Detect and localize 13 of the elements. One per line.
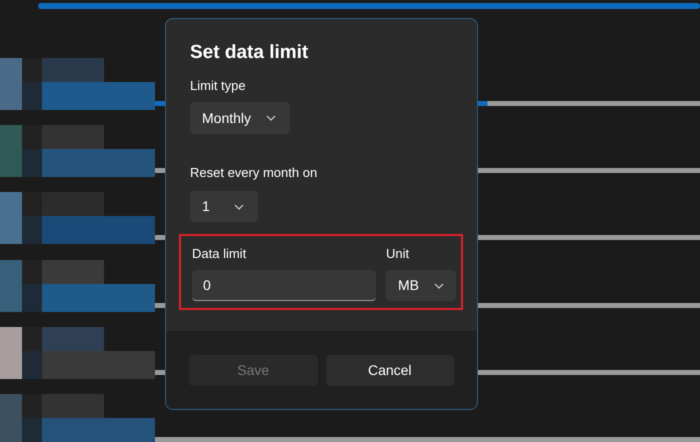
number-input-field[interactable]: 0 (192, 270, 376, 301)
field-label: Limit type (190, 77, 247, 95)
field-label: Reset every month on (190, 164, 318, 182)
dropdown[interactable]: MB (386, 270, 456, 301)
field-label: Unit (386, 245, 410, 263)
dropdown[interactable]: 1 (190, 191, 258, 222)
field-label: Data limit (192, 245, 248, 263)
chevron-down-icon (266, 115, 276, 121)
dialog-button[interactable]: Cancel (326, 355, 454, 386)
chevron-down-icon (434, 282, 444, 288)
dialog-title: Set data limit (190, 41, 310, 65)
dropdown[interactable]: Monthly (190, 102, 290, 134)
chevron-down-icon (234, 204, 244, 210)
